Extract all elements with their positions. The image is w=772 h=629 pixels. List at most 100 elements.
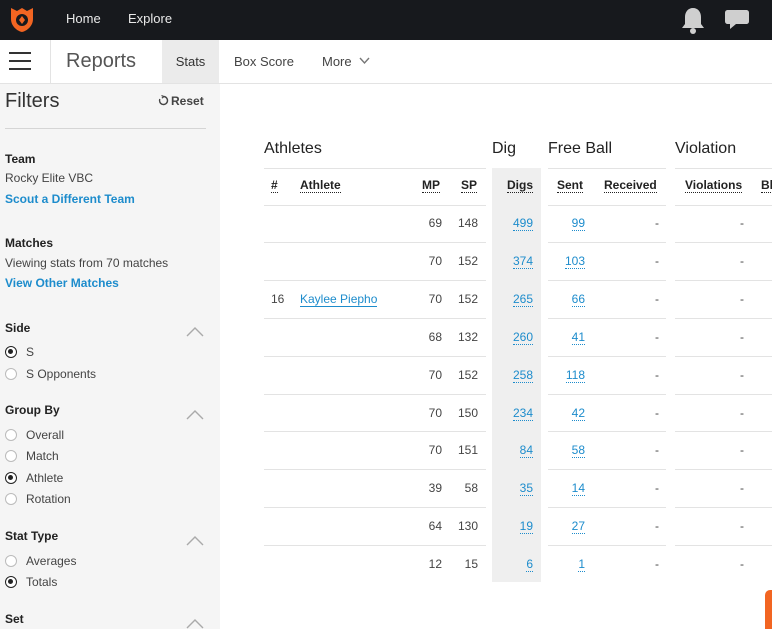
cell-received: - xyxy=(655,481,659,496)
header-mp[interactable]: MP xyxy=(422,178,440,193)
cell-received: - xyxy=(655,557,659,572)
cell-mp: 70 xyxy=(428,443,442,458)
group-athletes: Athletes xyxy=(264,140,322,157)
reports-header: Reports Stats Box Score More xyxy=(0,40,772,84)
tab-box-score[interactable]: Box Score xyxy=(234,40,294,83)
cell-sp: 150 xyxy=(457,405,478,420)
chevron-up-icon[interactable] xyxy=(186,619,204,629)
radio-button[interactable] xyxy=(5,555,17,567)
stat-link[interactable]: 99 xyxy=(571,216,585,231)
cell-sp: 58 xyxy=(464,481,478,496)
divider xyxy=(548,168,666,169)
chevron-up-icon[interactable] xyxy=(186,410,204,420)
cell-sent: 1 xyxy=(546,557,585,573)
radio-button[interactable] xyxy=(5,493,17,505)
chat-icon[interactable] xyxy=(724,6,752,34)
menu-icon[interactable] xyxy=(9,52,31,70)
radio-button[interactable] xyxy=(5,576,17,588)
radio-label: Totals xyxy=(26,575,58,589)
radio-label: S xyxy=(26,345,35,359)
divider xyxy=(548,469,666,471)
divider xyxy=(264,545,486,547)
header-digs[interactable]: Digs xyxy=(507,178,534,193)
header-sp[interactable]: SP xyxy=(461,178,478,193)
cell-received: - xyxy=(655,367,659,382)
cell-violations: - xyxy=(740,367,744,382)
divider xyxy=(548,279,666,281)
stat-link[interactable]: 14 xyxy=(571,481,585,497)
view-matches-link[interactable]: View Other Matches xyxy=(5,276,119,290)
cell-violations: - xyxy=(740,405,744,420)
bell-icon[interactable] xyxy=(680,6,706,34)
stat-link[interactable]: 499 xyxy=(512,216,533,231)
stat-link[interactable]: 35 xyxy=(519,481,533,497)
stat-link[interactable]: 260 xyxy=(512,329,533,345)
radio-button[interactable] xyxy=(5,429,17,441)
header-violations[interactable]: Violations xyxy=(685,178,743,193)
stat-link[interactable]: 258 xyxy=(512,367,533,383)
group-free-ball: Free Ball xyxy=(548,140,613,157)
team-value: Rocky Elite VBC xyxy=(5,171,94,185)
radio-label: S Opponents xyxy=(26,367,97,381)
stat-link[interactable]: 27 xyxy=(571,519,585,535)
radio-button[interactable] xyxy=(5,368,17,380)
cell-mp: 70 xyxy=(428,405,442,420)
header-sent[interactable]: Sent xyxy=(557,178,584,193)
header-number[interactable]: # xyxy=(271,178,278,193)
filters-title: Filters xyxy=(5,90,60,112)
stat-link[interactable]: 19 xyxy=(519,519,533,535)
stat-link[interactable]: 66 xyxy=(571,291,585,307)
stat-link[interactable]: 84 xyxy=(519,443,533,459)
cell-mp: 69 xyxy=(428,216,442,230)
radio-button[interactable] xyxy=(5,450,17,462)
radio-button[interactable] xyxy=(5,346,17,358)
cell-sp: 148 xyxy=(457,216,478,230)
cell-number: 16 xyxy=(271,291,285,306)
chevron-up-icon[interactable] xyxy=(186,327,204,337)
stat-link[interactable]: 6 xyxy=(526,557,533,573)
tab-more[interactable]: More xyxy=(322,40,352,83)
chevron-down-icon[interactable] xyxy=(359,57,370,65)
cell-violations: - xyxy=(740,216,744,230)
divider xyxy=(5,128,206,129)
cell-digs: 35 xyxy=(494,481,533,497)
stat-link[interactable]: 118 xyxy=(565,367,585,383)
feedback-tab[interactable] xyxy=(765,590,772,629)
stat-link[interactable]: 42 xyxy=(571,405,585,421)
stat-link[interactable]: 374 xyxy=(512,253,533,269)
scout-team-link[interactable]: Scout a Different Team xyxy=(5,192,135,206)
divider xyxy=(264,205,486,206)
divider xyxy=(264,507,486,509)
cell-mp: 12 xyxy=(428,557,442,572)
radio-button[interactable] xyxy=(5,472,17,484)
stat-link[interactable]: 234 xyxy=(512,405,533,421)
reset-button[interactable]: Reset xyxy=(158,94,204,108)
logo-icon[interactable] xyxy=(8,5,36,33)
cell-violations: - xyxy=(740,557,744,572)
nav-explore-link[interactable]: Explore xyxy=(128,11,172,26)
cell-sent: 41 xyxy=(546,329,585,345)
header-blocks[interactable]: Bl xyxy=(761,178,772,193)
divider xyxy=(675,241,772,243)
stat-link[interactable]: 58 xyxy=(571,443,585,459)
stat-link[interactable]: 103 xyxy=(564,253,585,269)
athlete-link[interactable]: Kaylee Piepho xyxy=(300,291,378,307)
header-received[interactable]: Received xyxy=(604,178,657,193)
stat-link[interactable]: 265 xyxy=(512,291,533,307)
cell-sp: 152 xyxy=(457,291,478,306)
stat-link[interactable]: 41 xyxy=(571,329,585,345)
chevron-up-icon[interactable] xyxy=(186,536,204,546)
header-athlete[interactable]: Athlete xyxy=(300,178,341,193)
nav-home-link[interactable]: Home xyxy=(66,11,101,26)
divider xyxy=(548,545,666,547)
cell-sp: 130 xyxy=(457,519,478,534)
cell-sp: 152 xyxy=(457,253,478,268)
cell-sent: 27 xyxy=(546,519,585,535)
tab-stats[interactable]: Stats xyxy=(162,40,219,83)
cell-received: - xyxy=(655,329,659,344)
cell-sent: 14 xyxy=(546,481,585,497)
stat-link[interactable]: 1 xyxy=(578,557,585,573)
divider xyxy=(264,279,486,281)
radio-label: Athlete xyxy=(26,471,64,485)
group-violation: Violation xyxy=(675,140,737,157)
